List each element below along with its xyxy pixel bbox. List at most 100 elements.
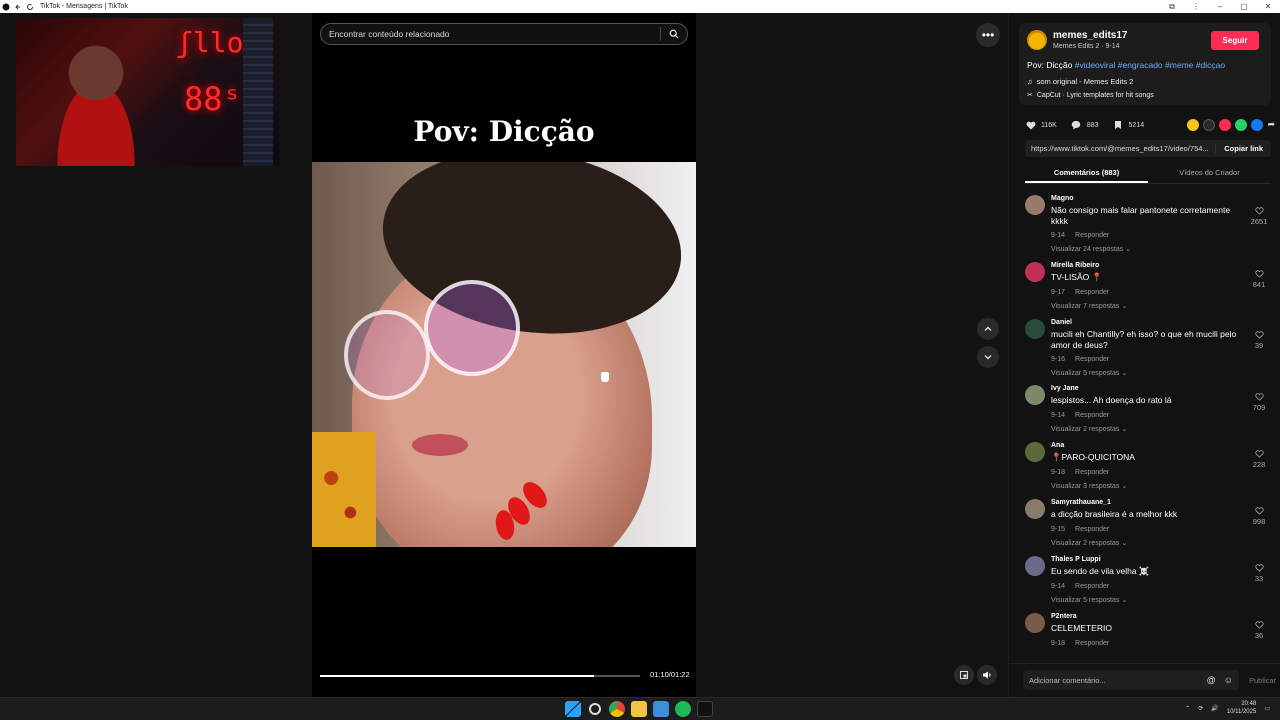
search-input[interactable]: Encontrar conteúdo relacionado (321, 29, 660, 39)
close-button[interactable]: ✕ (1256, 2, 1280, 11)
commenter-name[interactable]: Thales P Luppi (1051, 556, 1101, 563)
previous-video-button[interactable] (977, 318, 999, 340)
notifications-icon[interactable]: ▭ (1264, 705, 1270, 712)
more-options-button[interactable]: ••• (976, 23, 1000, 47)
comment-like-button[interactable]: 33 (1247, 564, 1271, 583)
reply-button[interactable]: Responder (1075, 356, 1109, 363)
spotify-icon[interactable] (675, 701, 691, 717)
mail-icon[interactable] (653, 701, 669, 717)
commenter-avatar[interactable] (1025, 385, 1045, 405)
comment-button[interactable]: 883 (1071, 120, 1099, 131)
whatsapp-icon[interactable] (1235, 119, 1248, 131)
back-icon[interactable] (12, 1, 24, 13)
menu-icon[interactable]: ⋮ (1184, 2, 1208, 11)
author-avatar[interactable] (1027, 30, 1047, 50)
commenter-name[interactable]: Ivy Jane (1051, 385, 1079, 392)
chrome-icon[interactable] (609, 701, 625, 717)
commenter-avatar[interactable] (1025, 195, 1045, 215)
view-replies-button[interactable]: Visualizar 3 respostas ⌄ (1051, 482, 1127, 490)
view-replies-button[interactable]: Visualizar 5 respostas ⌄ (1051, 596, 1127, 604)
chevron-down-icon: ⌄ (1121, 303, 1128, 310)
heart-outline-icon (1254, 270, 1264, 278)
video-progress-bar[interactable] (320, 675, 640, 677)
hashtag-link[interactable]: #engracado (1118, 60, 1163, 70)
hashtag-link[interactable]: #meme (1165, 60, 1193, 70)
tray-chevron-icon[interactable]: ⌃ (1185, 705, 1190, 712)
reload-icon[interactable] (24, 1, 36, 13)
reply-button[interactable]: Responder (1075, 469, 1109, 476)
minimize-button[interactable]: – (1208, 2, 1232, 11)
reply-button[interactable]: Responder (1075, 583, 1109, 590)
emoji-icon[interactable]: ☺ (1224, 675, 1233, 685)
video-frame[interactable] (312, 162, 696, 547)
tiktok-taskbar-icon[interactable] (697, 701, 713, 717)
send-to-friends-icon[interactable] (1219, 119, 1232, 131)
reply-button[interactable]: Responder (1075, 412, 1109, 419)
volume-tray-icon[interactable]: 🔊 (1211, 705, 1218, 712)
share-arrow-icon[interactable]: ➦ (1267, 119, 1275, 131)
comment-input[interactable]: Adicionar comentário... @ ☺ (1023, 670, 1239, 690)
comment-like-button[interactable]: 39 (1247, 331, 1271, 350)
tab-creator-videos[interactable]: Vídeos do Criador (1148, 164, 1271, 183)
capcut-label[interactable]: CapCut · Lyric templates for hit songs (1037, 92, 1154, 99)
volume-button[interactable] (977, 665, 997, 685)
next-video-button[interactable] (977, 346, 999, 368)
capcut-link[interactable]: ✂ CapCut · Lyric templates for hit songs (1027, 91, 1154, 100)
commenter-name[interactable]: Magno (1051, 195, 1074, 202)
search-taskbar-icon[interactable] (589, 703, 601, 715)
comment-like-button[interactable]: 2651 (1247, 207, 1271, 226)
embed-icon[interactable] (1203, 119, 1216, 131)
view-replies-button[interactable]: Visualizar 5 respostas ⌄ (1051, 369, 1127, 377)
mention-icon[interactable]: @ (1207, 675, 1216, 685)
copy-link-button[interactable]: Copiar link (1215, 144, 1271, 153)
windows-start-icon[interactable] (565, 701, 581, 717)
commenter-name[interactable]: Mirella Ribeiro (1051, 262, 1099, 269)
share-emoji-icon[interactable] (1187, 119, 1200, 131)
commenter-name[interactable]: P2ntera (1051, 613, 1077, 620)
author-username[interactable]: memes_edits17 (1053, 30, 1128, 41)
commenter-name[interactable]: Ana (1051, 442, 1064, 449)
view-replies-button[interactable]: Visualizar 2 respostas ⌄ (1051, 425, 1127, 433)
video-player[interactable]: Encontrar conteúdo relacionado Pov: Dicç… (312, 13, 696, 697)
share-url[interactable]: https://www.tiktok.com/@memes_edits17/vi… (1025, 144, 1215, 153)
commenter-avatar[interactable] (1025, 556, 1045, 576)
hashtag-link[interactable]: #dicçao (1196, 60, 1225, 70)
facebook-icon[interactable] (1251, 119, 1264, 131)
commenter-avatar[interactable] (1025, 442, 1045, 462)
comment-like-button[interactable]: 998 (1247, 507, 1271, 526)
maximize-button[interactable]: ▢ (1232, 2, 1256, 11)
search-icon[interactable] (661, 29, 687, 39)
music-label[interactable]: som original - Memes Edits 2 (1037, 77, 1134, 86)
picture-in-picture-button[interactable] (954, 665, 974, 685)
taskbar-clock[interactable]: 20:48 10/11/2025 (1227, 701, 1257, 716)
comment-like-button[interactable]: 841 (1247, 270, 1271, 289)
commenter-name[interactable]: Samyrathauane_1 (1051, 499, 1111, 506)
view-replies-button[interactable]: Visualizar 24 respostas ⌄ (1051, 245, 1131, 253)
reply-button[interactable]: Responder (1075, 640, 1109, 647)
hashtag-link[interactable]: #videoviral (1075, 60, 1116, 70)
music-link[interactable]: ♫ som original - Memes Edits 2 (1027, 77, 1133, 86)
commenter-avatar[interactable] (1025, 262, 1045, 282)
tab-comments[interactable]: Comentários (883) (1025, 164, 1148, 183)
network-icon[interactable]: ⟳ (1198, 705, 1203, 712)
reply-button[interactable]: Responder (1075, 289, 1109, 296)
follow-button[interactable]: Seguir (1211, 31, 1259, 50)
like-button[interactable]: 116K (1025, 120, 1057, 131)
publish-button[interactable]: Publicar (1249, 676, 1276, 685)
file-explorer-icon[interactable] (631, 701, 647, 717)
comment-like-button[interactable]: 228 (1247, 450, 1271, 469)
reply-button[interactable]: Responder (1075, 526, 1109, 533)
comment-like-button[interactable]: 709 (1247, 393, 1271, 412)
comment-date: 9-18 (1051, 640, 1066, 647)
related-search-bar[interactable]: Encontrar conteúdo relacionado (320, 23, 688, 45)
reply-button[interactable]: Responder (1075, 232, 1109, 239)
extensions-icon[interactable]: ⧉ (1160, 2, 1184, 12)
commenter-name[interactable]: Daniel (1051, 319, 1072, 326)
save-button[interactable]: 5214 (1113, 120, 1144, 131)
commenter-avatar[interactable] (1025, 499, 1045, 519)
commenter-avatar[interactable] (1025, 319, 1045, 339)
comment-like-button[interactable]: 36 (1247, 621, 1271, 640)
view-replies-button[interactable]: Visualizar 7 respostas ⌄ (1051, 302, 1127, 310)
commenter-avatar[interactable] (1025, 613, 1045, 633)
view-replies-button[interactable]: Visualizar 2 respostas ⌄ (1051, 539, 1127, 547)
